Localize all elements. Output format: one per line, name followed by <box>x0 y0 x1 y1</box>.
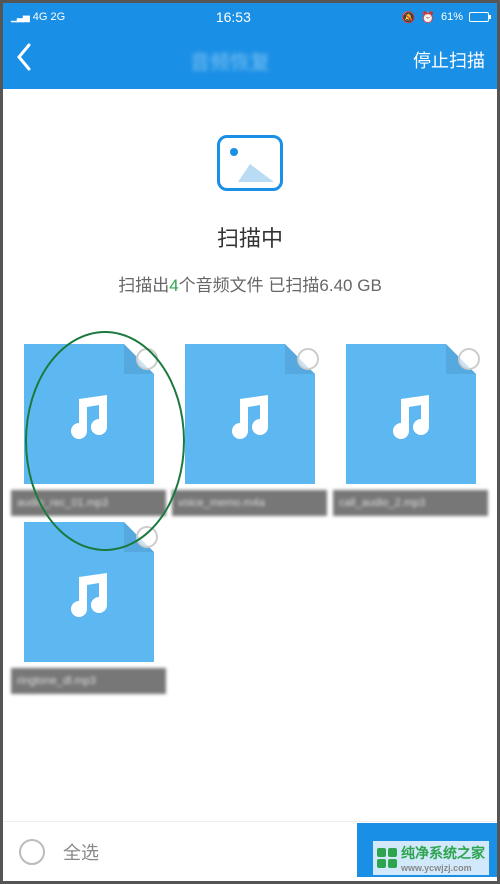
stop-scan-button[interactable]: 停止扫描 <box>413 47 485 73</box>
audio-file-icon <box>346 344 476 484</box>
scan-mid: 个音频文件 已扫描 <box>179 276 320 295</box>
file-label: ringtone_dl.mp3 <box>11 668 166 694</box>
signal-icon: ▁▃▅ <box>11 12 29 23</box>
image-placeholder-icon <box>217 135 283 191</box>
battery-icon <box>469 12 489 22</box>
status-time: 16:53 <box>65 9 401 25</box>
audio-file-item[interactable]: call_audio_2.mp3 <box>333 344 488 516</box>
page-title: 音频恢复 <box>47 46 413 75</box>
network-label: 4G 2G <box>33 11 65 23</box>
watermark-logo-icon <box>377 848 397 868</box>
scan-size: 6.40 GB <box>319 276 381 295</box>
scan-prefix: 扫描出 <box>118 276 169 295</box>
select-checkbox[interactable] <box>458 348 480 370</box>
status-right: 🔕 ⏰ 61% <box>402 11 489 24</box>
watermark-url: www.ycwjzj.com <box>401 863 485 873</box>
file-label: audio_rec_01.mp3 <box>11 490 166 516</box>
file-count: 4 <box>169 276 178 295</box>
scan-title: 扫描中 <box>23 221 477 253</box>
audio-file-icon <box>24 344 154 484</box>
nav-bar: 音频恢复 停止扫描 <box>3 31 497 89</box>
file-grid: audio_rec_01.mp3 voice_memo.m4a call_aud… <box>3 326 497 712</box>
select-checkbox[interactable] <box>136 348 158 370</box>
battery-pct: 61% <box>441 11 463 23</box>
scan-panel: 扫描中 扫描出4个音频文件 已扫描6.40 GB <box>3 89 497 326</box>
scan-subtitle: 扫描出4个音频文件 已扫描6.40 GB <box>23 271 477 296</box>
audio-file-icon <box>185 344 315 484</box>
audio-file-item[interactable]: ringtone_dl.mp3 <box>11 522 166 694</box>
audio-file-item[interactable]: voice_memo.m4a <box>172 344 327 516</box>
select-checkbox[interactable] <box>136 526 158 548</box>
select-all-checkbox[interactable] <box>19 839 45 865</box>
select-checkbox[interactable] <box>297 348 319 370</box>
audio-file-item[interactable]: audio_rec_01.mp3 <box>11 344 166 516</box>
watermark-brand: 纯净系统之家 <box>401 845 485 861</box>
file-label: voice_memo.m4a <box>172 490 327 516</box>
audio-file-icon <box>24 522 154 662</box>
mute-icon: 🔕 <box>402 11 416 24</box>
status-signal: ▁▃▅ 4G 2G <box>11 11 65 23</box>
watermark: 纯净系统之家 www.ycwjzj.com <box>373 841 489 875</box>
alarm-icon: ⏰ <box>421 11 435 24</box>
file-label: call_audio_2.mp3 <box>333 490 488 516</box>
back-button[interactable] <box>15 42 47 79</box>
status-bar: ▁▃▅ 4G 2G 16:53 🔕 ⏰ 61% <box>3 3 497 31</box>
